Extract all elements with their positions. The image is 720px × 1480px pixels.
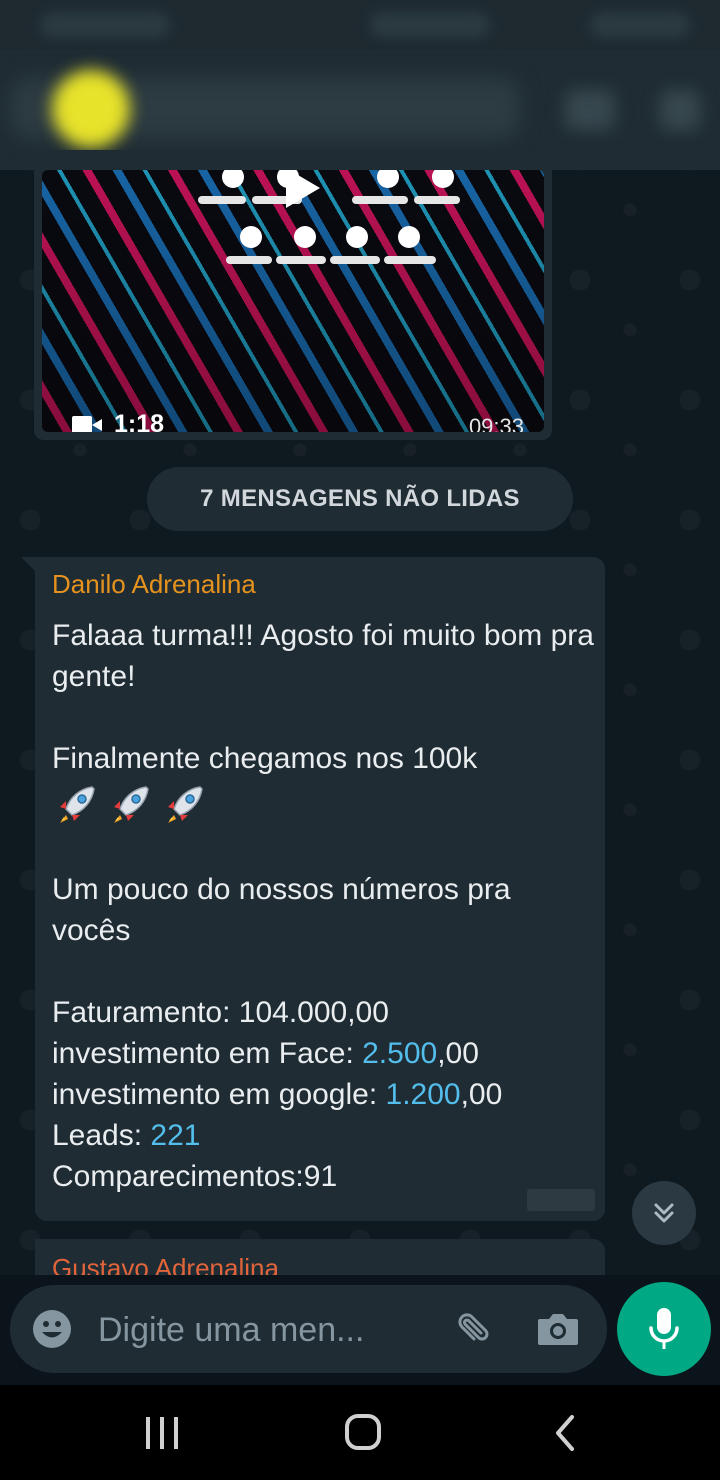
voice-message-button[interactable]	[617, 1282, 711, 1376]
app-label	[384, 256, 436, 264]
message-time-blurred	[527, 1189, 595, 1211]
app-icon	[240, 226, 262, 248]
message-line: Falaaa turma!!! Agosto foi muito bom pra…	[52, 619, 594, 693]
phone-number-link[interactable]: 2.500	[362, 1037, 437, 1070]
stat-label: Faturamento:	[52, 996, 239, 1029]
app-label	[276, 256, 326, 264]
message-line: Finalmente chegamos nos 100k	[52, 742, 478, 775]
message-sender-name[interactable]: Danilo Adrenalina	[52, 569, 256, 600]
scroll-to-bottom-button[interactable]	[632, 1181, 696, 1245]
video-message-time: 09:33	[468, 414, 524, 432]
rocket-icon	[114, 786, 149, 823]
stat-label: investimento em Face:	[52, 1037, 363, 1070]
back-icon[interactable]	[550, 1413, 580, 1453]
stat-face: investimento em Face: 2.500,00	[52, 1033, 597, 1074]
status-bar	[0, 0, 720, 50]
video-thumbnail[interactable]: 1:18 09:33	[42, 170, 544, 432]
double-chevron-down-icon	[654, 1203, 674, 1223]
header-action-blurred[interactable]	[565, 90, 615, 130]
stat-label: Leads:	[52, 1119, 151, 1152]
stat-comparecimentos: Comparecimentos:91	[52, 1160, 338, 1193]
video-camera-icon	[72, 415, 102, 432]
message-bubble[interactable]: Danilo Adrenalina Falaaa turma!!! Agosto…	[35, 557, 605, 1221]
app-icon	[222, 170, 244, 188]
app-label	[198, 196, 246, 204]
app-label	[352, 196, 408, 204]
rocket-icon	[60, 786, 95, 823]
app-label	[330, 256, 380, 264]
video-duration: 1:18	[114, 410, 165, 432]
stat-value: 104.000,00	[238, 996, 389, 1029]
message-input[interactable]	[96, 1305, 420, 1355]
stat-google: investimento em google: 1.200,00	[52, 1074, 597, 1115]
stat-leads: Leads: 221	[52, 1115, 597, 1156]
emoji-icon[interactable]	[32, 1309, 72, 1349]
home-icon[interactable]	[344, 1413, 382, 1451]
message-composer[interactable]	[10, 1285, 607, 1373]
app-icon	[377, 170, 399, 188]
group-avatar[interactable]	[52, 70, 130, 148]
app-label	[226, 256, 272, 264]
status-bar-blurred-right	[590, 12, 690, 38]
camera-icon[interactable]	[536, 1309, 580, 1349]
play-icon[interactable]	[286, 170, 320, 208]
app-label	[414, 196, 460, 204]
app-icon	[398, 226, 420, 248]
header-menu-blurred[interactable]	[660, 90, 700, 130]
message-line: Um pouco do nossos números pra vocês	[52, 873, 511, 947]
stat-suffix: ,00	[437, 1037, 479, 1070]
stat-suffix: ,00	[460, 1078, 503, 1111]
app-icon	[346, 226, 368, 248]
stat-faturamento: Faturamento: 104.000,00	[52, 992, 597, 1033]
video-duration-row: 1:18	[72, 410, 164, 432]
status-bar-blurred-middle	[370, 12, 490, 38]
app-icon	[294, 226, 316, 248]
unread-messages-banner: 7 MENSAGENS NÃO LIDAS	[147, 467, 573, 531]
stat-label: investimento em google:	[52, 1078, 386, 1111]
status-bar-blurred-left	[40, 12, 170, 38]
mic-icon	[649, 1308, 679, 1349]
recent-apps-icon[interactable]	[143, 1415, 181, 1451]
phone-number-link[interactable]: 221	[150, 1119, 200, 1152]
rocket-emoji-row: 🚀🚀🚀	[52, 779, 597, 831]
rocket-icon	[168, 786, 203, 823]
message-body: Falaaa turma!!! Agosto foi muito bom pra…	[52, 615, 597, 1197]
video-message-bubble[interactable]: 1:18 09:33	[34, 150, 552, 440]
paperclip-icon[interactable]	[450, 1309, 492, 1351]
phone-number-link[interactable]: 1.200	[386, 1078, 461, 1111]
